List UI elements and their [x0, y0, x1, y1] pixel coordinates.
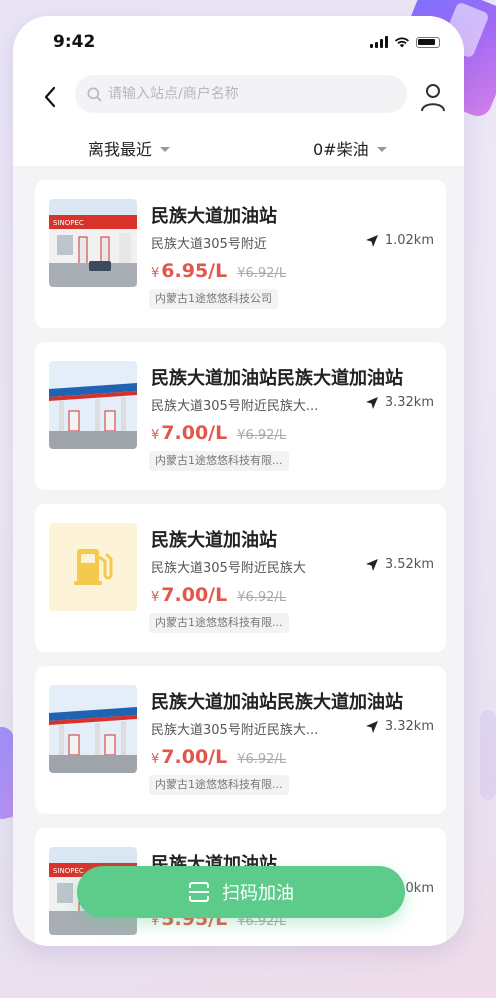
station-distance: 3.32km	[365, 719, 434, 734]
original-price: ¥6.92/L	[237, 590, 287, 605]
station-address: 民族大道305号附近民族大	[151, 561, 306, 576]
fuel-pump-icon	[74, 549, 113, 585]
sort-filter-label: 离我最近	[88, 140, 153, 159]
original-price: ¥6.92/L	[237, 266, 287, 281]
station-distance: 3.52km	[365, 557, 434, 572]
filter-bar: 离我最近 0#柴油	[13, 128, 464, 164]
distance-value: 0km	[405, 881, 434, 896]
station-name: 民族大道加油站民族大道加油站	[151, 368, 403, 389]
navigation-arrow-icon	[365, 396, 378, 409]
status-icons	[370, 36, 440, 48]
fuel-type-filter[interactable]: 0#柴油	[313, 136, 387, 160]
current-price: 7.00/L	[161, 422, 228, 444]
status-bar: 9:42	[13, 16, 464, 70]
original-price: ¥6.92/L	[237, 428, 287, 443]
phone-screen: 9:42 请输入站点/商户名称 离我最近 0#柴油 SINOPEC 民族大道加油…	[13, 16, 464, 946]
decorative-shape	[480, 710, 496, 800]
station-name: 民族大道加油站民族大道加油站	[151, 692, 403, 713]
user-button[interactable]	[420, 82, 446, 112]
station-distance: 0km	[406, 881, 434, 896]
currency-symbol: ¥	[151, 752, 160, 767]
navigation-arrow-icon	[365, 234, 378, 247]
price-row: ¥ 6.95/L ¥6.92/L	[151, 260, 286, 282]
price-row: ¥ 7.00/L ¥6.92/L	[151, 584, 286, 606]
svg-text:SINOPEC: SINOPEC	[53, 219, 84, 227]
battery-icon	[416, 36, 440, 48]
distance-value: 3.32km	[384, 719, 434, 734]
currency-symbol: ¥	[151, 266, 160, 281]
station-photo	[49, 361, 137, 449]
station-photo-placeholder	[49, 523, 137, 611]
user-icon	[421, 84, 445, 112]
status-time: 9:42	[53, 32, 96, 52]
svg-text:SINOPEC: SINOPEC	[53, 867, 84, 875]
back-button[interactable]	[35, 82, 65, 112]
signal-icon	[370, 36, 388, 48]
search-icon	[87, 87, 102, 101]
caret-down-icon	[376, 146, 387, 152]
station-distance: 1.02km	[365, 233, 434, 248]
distance-value: 3.32km	[384, 395, 434, 410]
station-address: 民族大道305号附近民族大...	[151, 723, 319, 738]
company-tag: 内蒙古1途悠悠科技有限...	[149, 775, 289, 795]
station-card[interactable]: 民族大道加油站民族大道加油站 民族大道305号附近民族大... 3.32km ¥…	[35, 666, 446, 814]
station-name: 民族大道加油站	[151, 206, 277, 227]
station-card[interactable]: 民族大道加油站 民族大道305号附近民族大 3.52km ¥ 7.00/L ¥6…	[35, 504, 446, 652]
station-address: 民族大道305号附近	[151, 237, 267, 252]
search-input[interactable]	[108, 86, 388, 102]
caret-down-icon	[160, 146, 171, 152]
price-row: ¥ 7.00/L ¥6.92/L	[151, 746, 286, 768]
station-card[interactable]: 民族大道加油站民族大道加油站 民族大道305号附近民族大... 3.32km ¥…	[35, 342, 446, 490]
price-row: ¥ 7.00/L ¥6.92/L	[151, 422, 286, 444]
navigation-arrow-icon	[365, 558, 378, 571]
distance-value: 1.02km	[384, 233, 434, 248]
fuel-type-filter-label: 0#柴油	[313, 140, 369, 159]
station-photo: SINOPEC	[49, 199, 137, 287]
current-price: 7.00/L	[161, 746, 228, 768]
station-card[interactable]: SINOPEC 民族大道加油站 民族大道305号附近 1.02km ¥ 6.95…	[35, 180, 446, 328]
currency-symbol: ¥	[151, 428, 160, 443]
scan-to-refuel-button[interactable]: 扫码加油	[77, 866, 405, 918]
header: 离我最近 0#柴油	[13, 70, 464, 166]
station-name: 民族大道加油站	[151, 530, 277, 551]
chevron-left-icon	[44, 86, 56, 108]
search-box[interactable]	[75, 75, 407, 113]
scan-button-label: 扫码加油	[222, 883, 294, 904]
currency-symbol: ¥	[151, 590, 160, 605]
distance-value: 3.52km	[384, 557, 434, 572]
company-tag: 内蒙古1途悠悠科技公司	[149, 289, 278, 309]
scan-icon	[189, 882, 209, 902]
current-price: 7.00/L	[161, 584, 228, 606]
navigation-arrow-icon	[365, 720, 378, 733]
wifi-icon	[395, 37, 409, 48]
company-tag: 内蒙古1途悠悠科技有限...	[149, 451, 289, 471]
station-distance: 3.32km	[365, 395, 434, 410]
current-price: 6.95/L	[161, 260, 228, 282]
sort-filter[interactable]: 离我最近	[88, 136, 171, 160]
station-address: 民族大道305号附近民族大...	[151, 399, 319, 414]
original-price: ¥6.92/L	[237, 752, 287, 767]
station-photo	[49, 685, 137, 773]
company-tag: 内蒙古1途悠悠科技有限...	[149, 613, 289, 633]
